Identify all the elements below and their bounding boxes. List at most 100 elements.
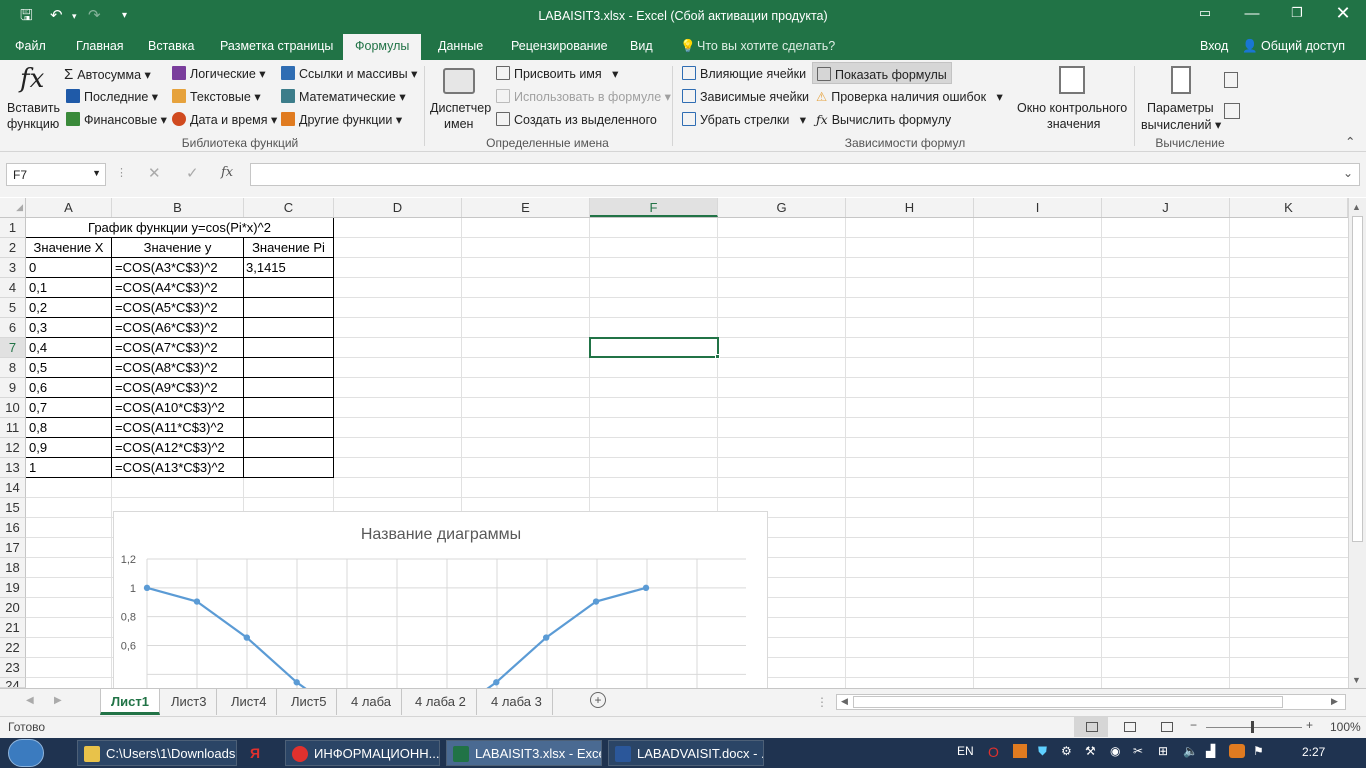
tray-app5-icon[interactable]: ✂ — [1133, 744, 1143, 758]
zoom-level[interactable]: 100% — [1330, 720, 1361, 734]
col-header-g[interactable]: G — [718, 198, 846, 217]
formula-cell[interactable]: =COS(A9*C$3)^2 — [115, 378, 218, 398]
recent-button[interactable]: Последние ▾ — [66, 89, 158, 104]
add-sheet-icon[interactable]: + — [590, 692, 606, 708]
use-in-formula-button[interactable]: Использовать в формуле ▾ — [496, 89, 671, 104]
start-button-icon[interactable] — [8, 739, 44, 767]
create-from-selection-button[interactable]: Создать из выделенного — [496, 112, 657, 127]
shield-icon[interactable]: ⛊ — [1038, 744, 1047, 759]
clock[interactable]: 2:27 — [1302, 745, 1325, 759]
page-break-view-icon[interactable] — [1161, 722, 1173, 732]
row-header[interactable]: 5 — [0, 298, 26, 318]
financial-button[interactable]: Финансовые ▾ — [66, 112, 167, 127]
row-header[interactable]: 16 — [0, 518, 26, 538]
watch-window-label2[interactable]: значения — [1047, 117, 1100, 131]
opera-icon[interactable]: O — [988, 744, 999, 760]
prev-sheet-icon[interactable]: ◀ — [26, 695, 34, 706]
enter-icon[interactable]: ✓ — [186, 164, 199, 182]
formula-cell[interactable]: =COS(A6*C$3)^2 — [115, 318, 218, 338]
tabs-splitter-icon[interactable]: ⋮ — [816, 695, 828, 709]
taskbar-explorer[interactable]: C:\Users\1\Downloads — [77, 740, 237, 766]
name-manager-icon[interactable] — [443, 68, 475, 94]
row-header[interactable]: 19 — [0, 578, 26, 598]
name-box-dropdown-icon[interactable]: ▼ — [92, 168, 101, 178]
sheet-tab-list5[interactable]: Лист5 — [281, 689, 338, 715]
row-header[interactable]: 15 — [0, 498, 26, 518]
insert-function-icon[interactable]: fx — [20, 64, 44, 94]
hscroll-thumb[interactable] — [853, 696, 1283, 708]
scroll-down-icon[interactable]: ▼ — [1352, 675, 1361, 685]
tab-home[interactable]: Главная — [76, 39, 124, 53]
more-functions-button[interactable]: Другие функции ▾ — [281, 112, 402, 127]
col-header-i[interactable]: I — [974, 198, 1102, 217]
row-header[interactable]: 9 — [0, 378, 26, 398]
header-pi-cell[interactable]: Значение Pi — [244, 238, 333, 258]
language-indicator[interactable]: EN — [957, 744, 974, 758]
row-header[interactable]: 17 — [0, 538, 26, 558]
row-header[interactable]: 10 — [0, 398, 26, 418]
col-header-c[interactable]: C — [244, 198, 334, 217]
x-cell[interactable]: 0,5 — [29, 358, 47, 378]
zoom-slider[interactable] — [1206, 727, 1302, 728]
next-sheet-icon[interactable]: ▶ — [54, 695, 62, 706]
vertical-scrollbar[interactable]: ▲ ▼ — [1348, 198, 1366, 688]
zoom-in-icon[interactable]: + — [1306, 718, 1313, 732]
x-cell[interactable]: 0,9 — [29, 438, 47, 458]
tell-me-search[interactable]: Что вы хотите сделать? — [697, 39, 835, 53]
define-name-button[interactable]: Присвоить имя ▾ — [496, 66, 618, 81]
tab-formulas[interactable]: Формулы — [343, 34, 422, 60]
fill-handle[interactable] — [715, 354, 720, 359]
active-cell-f7[interactable] — [589, 337, 719, 358]
tray-app6-icon[interactable]: ⊞ — [1158, 744, 1168, 758]
collapse-ribbon-icon[interactable]: ⌃ — [1345, 134, 1355, 149]
x-cell[interactable]: 0,2 — [29, 298, 47, 318]
remove-arrows-button[interactable]: Убрать стрелки ▾ — [682, 112, 806, 127]
x-cell[interactable]: 0,8 — [29, 418, 47, 438]
row-header[interactable]: 4 — [0, 278, 26, 298]
volume-icon[interactable]: 🔈 — [1183, 744, 1198, 758]
formula-cell[interactable]: =COS(A7*C$3)^2 — [115, 338, 218, 358]
tray-app4-icon[interactable]: ◉ — [1110, 744, 1120, 758]
row-header[interactable]: 11 — [0, 418, 26, 438]
row-header[interactable]: 8 — [0, 358, 26, 378]
tab-view[interactable]: Вид — [630, 39, 653, 53]
sheet-tab-lab4[interactable]: 4 лаба — [341, 689, 403, 715]
col-header-h[interactable]: H — [846, 198, 974, 217]
formula-expand-icon[interactable]: ⌄ — [1343, 166, 1353, 180]
insert-function-label2[interactable]: функцию — [7, 117, 59, 131]
row-header[interactable]: 7 — [0, 338, 26, 358]
x-cell[interactable]: 0,1 — [29, 278, 47, 298]
taskbar-excel[interactable]: LABAISIT3.xlsx - Exce... — [446, 740, 602, 766]
sheet-tab-lab4-3[interactable]: 4 лаба 3 — [481, 689, 553, 715]
show-formulas-button[interactable]: Показать формулы — [812, 62, 952, 84]
tray-app7-icon[interactable] — [1229, 744, 1245, 758]
trace-dependents-button[interactable]: Зависимые ячейки — [682, 89, 809, 104]
yandex-icon[interactable]: Я — [250, 745, 260, 761]
calc-options-label1[interactable]: Параметры — [1147, 101, 1214, 115]
sheet-tab-list3[interactable]: Лист3 — [161, 689, 218, 715]
calc-options-label2[interactable]: вычислений ▾ — [1141, 117, 1221, 132]
formula-input[interactable]: ⌄ — [250, 163, 1360, 186]
sheet-title-cell[interactable]: График функции y=cos(Pi*x)^2 — [26, 218, 333, 238]
signin-link[interactable]: Вход — [1200, 39, 1228, 53]
lookup-button[interactable]: Ссылки и массивы ▾ — [281, 66, 417, 81]
datetime-button[interactable]: Дата и время ▾ — [172, 112, 277, 127]
tab-file[interactable]: Файл — [15, 39, 46, 53]
insert-function-fx-icon[interactable]: fx — [221, 165, 233, 180]
name-manager-label2[interactable]: имен — [444, 117, 473, 131]
page-layout-view-icon[interactable] — [1124, 722, 1136, 732]
insert-function-label1[interactable]: Вставить — [7, 101, 60, 115]
col-header-d[interactable]: D — [334, 198, 462, 217]
row-header[interactable]: 1 — [0, 218, 26, 238]
tab-page-layout[interactable]: Разметка страницы — [220, 39, 333, 53]
restore-icon[interactable]: ❐ — [1277, 5, 1317, 21]
row-header[interactable]: 2 — [0, 238, 26, 258]
col-header-k[interactable]: K — [1230, 198, 1348, 217]
x-cell[interactable]: 0,6 — [29, 378, 47, 398]
scroll-right-icon[interactable]: ▶ — [1331, 696, 1338, 707]
formula-cell[interactable]: =COS(A10*C$3)^2 — [115, 398, 225, 418]
ribbon-display-icon[interactable]: ▭ — [1185, 5, 1225, 21]
taskbar-browser[interactable]: ИНФОРМАЦИОНН... — [285, 740, 440, 766]
tray-app-icon[interactable] — [1013, 744, 1027, 758]
tab-review[interactable]: Рецензирование — [511, 39, 608, 53]
